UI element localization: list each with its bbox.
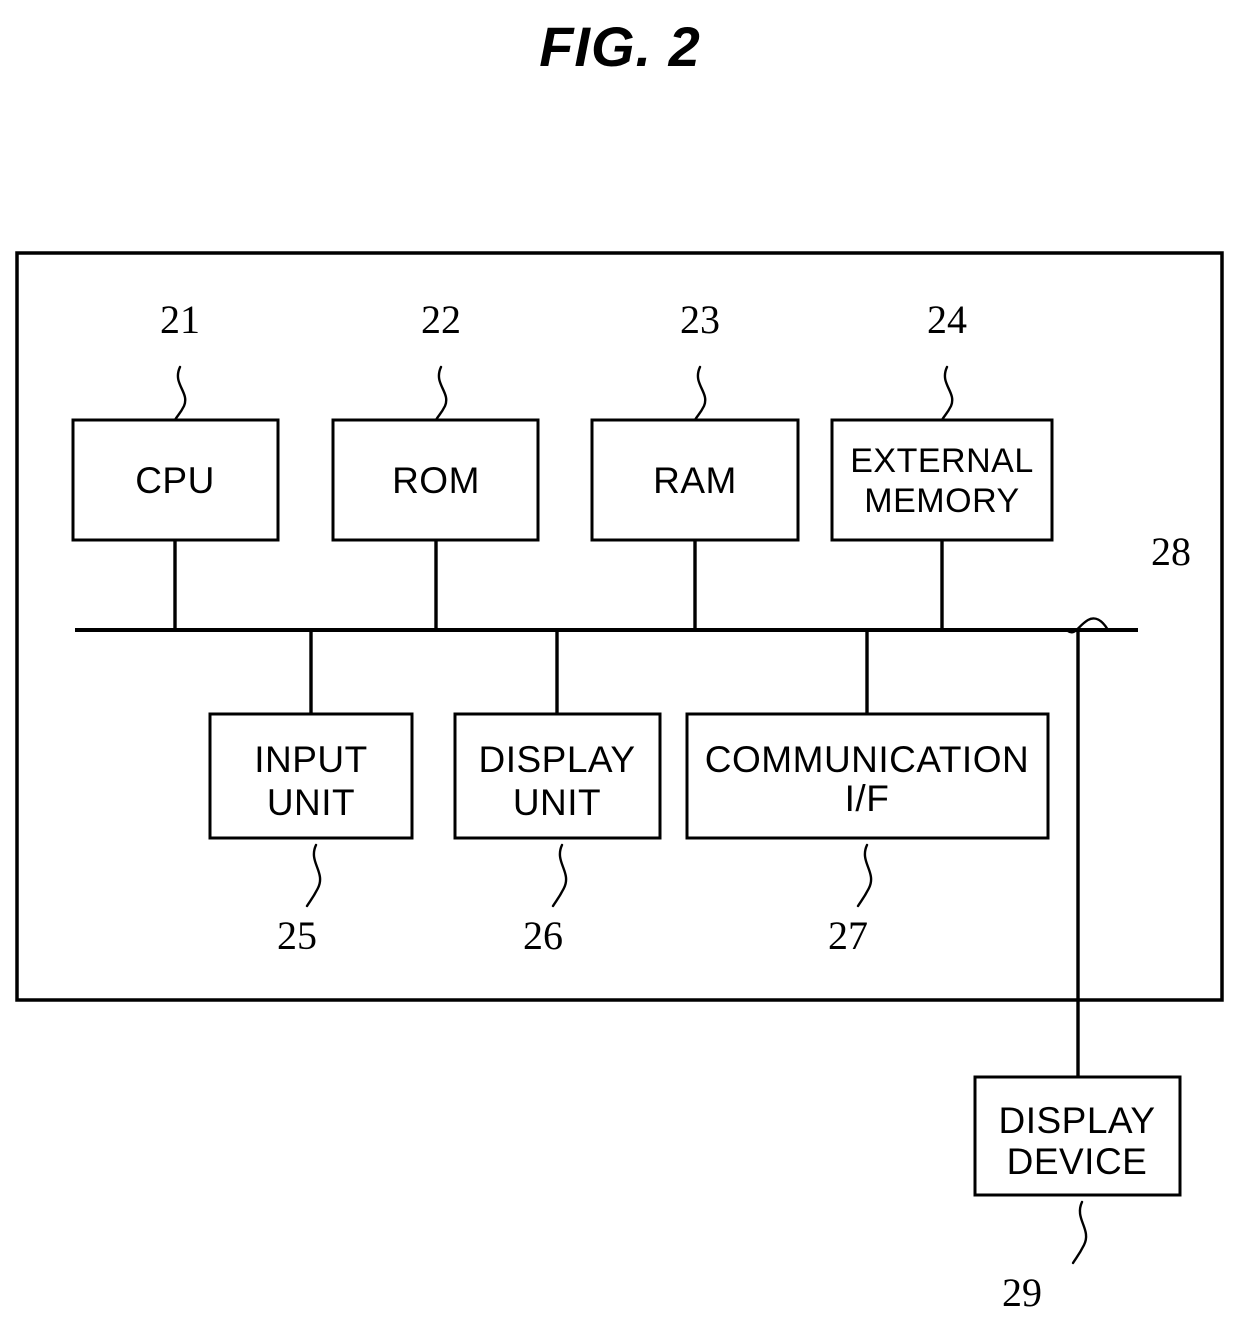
leader-line-cpu: [173, 365, 187, 422]
block-label-display-unit-line1: DISPLAY: [478, 739, 635, 780]
leader-line-rom: [434, 365, 448, 422]
ref-numeral-bus: 28: [1151, 529, 1191, 574]
leader-line-communication-if: [856, 843, 873, 908]
leader-line-display-device: [1071, 1200, 1088, 1265]
leader-line-display-unit: [551, 843, 568, 908]
block-label-cpu: CPU: [135, 460, 215, 501]
leader-line-input-unit: [305, 843, 322, 908]
block-label-external-memory-line2: MEMORY: [864, 482, 1019, 520]
outer-frame: [15, 251, 1224, 1002]
ref-numeral-communication-if: 27: [828, 913, 868, 958]
block-label-display-unit-line2: UNIT: [513, 782, 601, 823]
block-label-display-device-line2: DEVICE: [1007, 1141, 1148, 1182]
ref-numeral-rom: 22: [421, 297, 461, 342]
block-label-communication-if-line2: I/F: [845, 778, 890, 819]
block-label-display-device-line1: DISPLAY: [998, 1100, 1155, 1141]
ref-numeral-input-unit: 25: [277, 913, 317, 958]
block-diagram: CPU ROM RAM EXTERNAL MEMORY INPUT UNIT D…: [15, 251, 1224, 1315]
block-label-external-memory-line1: EXTERNAL: [850, 442, 1034, 480]
block-label-rom: ROM: [392, 460, 480, 501]
ref-numeral-display-device: 29: [1002, 1270, 1042, 1315]
ref-numeral-display-unit: 26: [523, 913, 563, 958]
block-label-communication-if-line1: COMMUNICATION: [705, 739, 1029, 780]
block-label-input-unit-line1: INPUT: [254, 739, 368, 780]
block-label-input-unit-line2: UNIT: [267, 782, 355, 823]
leader-line-external-memory: [940, 365, 954, 422]
ref-numeral-cpu: 21: [160, 297, 200, 342]
ref-numeral-ram: 23: [680, 297, 720, 342]
figure-root: FIG. 2 CPU ROM RAM EXTERNAL MEMORY INPUT…: [0, 0, 1240, 1327]
block-label-ram: RAM: [653, 460, 737, 501]
block-external-memory[interactable]: [830, 418, 1054, 542]
ref-numeral-external-memory: 24: [927, 297, 967, 342]
leader-line-ram: [693, 365, 707, 422]
